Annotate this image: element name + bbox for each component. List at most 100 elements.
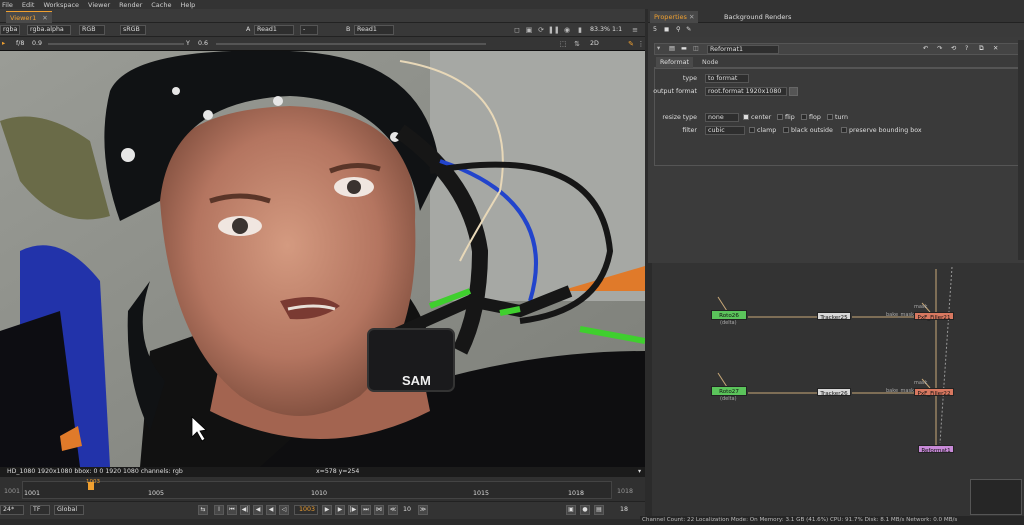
skip-forward-icon[interactable]: ≫: [418, 505, 428, 515]
gain-value[interactable]: 0.9: [32, 39, 42, 49]
tab-viewer1[interactable]: Viewer1 ✕: [6, 11, 52, 23]
region-icon[interactable]: ⬚: [558, 39, 568, 49]
gain-slider[interactable]: [48, 43, 184, 45]
prev-frame-icon[interactable]: ◀: [253, 505, 263, 515]
pen-icon[interactable]: ✎: [686, 25, 691, 35]
node-reformat1[interactable]: Reformat1: [918, 445, 954, 454]
close-icon[interactable]: ✕: [993, 44, 998, 54]
refresh-icon[interactable]: ⟳: [536, 25, 546, 35]
node-roto27[interactable]: Roto27: [711, 386, 747, 396]
lock-icon[interactable]: ◼: [664, 25, 669, 35]
skip-back-icon[interactable]: ≪: [388, 505, 398, 515]
next-key-icon[interactable]: |▶: [348, 505, 358, 515]
collapse-icon[interactable]: ▾: [657, 44, 660, 54]
revert-icon[interactable]: ⟲: [951, 44, 956, 54]
node-view-icon[interactable]: ▬: [681, 44, 687, 54]
menu-icon[interactable]: ≡: [630, 25, 640, 35]
menu-render[interactable]: Render: [119, 1, 142, 9]
pin-icon[interactable]: ⚲: [676, 25, 681, 35]
flipbook-icon[interactable]: ▣: [566, 505, 576, 515]
gamma-value[interactable]: 0.6: [198, 39, 208, 49]
increment-value[interactable]: 10: [403, 505, 411, 515]
step-back-icon[interactable]: ◁: [279, 505, 289, 515]
viewer-image[interactable]: SAM: [0, 51, 645, 467]
node-pxf-filler21[interactable]: PxF_Filler21: [914, 312, 954, 321]
output-format-dropdown[interactable]: root.format 1920x1080: [705, 87, 787, 96]
max-panels-field[interactable]: 5: [653, 25, 657, 35]
wipe-icon[interactable]: ⇅: [572, 39, 582, 49]
tab-reformat[interactable]: Reformat: [656, 57, 693, 68]
flop-checkbox[interactable]: flop: [801, 113, 821, 123]
tab-properties[interactable]: Properties ✕: [650, 11, 699, 23]
pause-render-icon[interactable]: ▮: [575, 25, 585, 35]
preserve-bbox-checkbox[interactable]: preserve bounding box: [841, 126, 922, 136]
in-point-icon[interactable]: I: [214, 505, 224, 515]
input-b-dropdown[interactable]: Read1: [354, 25, 394, 35]
node-graph[interactable]: Roto26 (delta) Tracker25 PxF_Filler21 ba…: [652, 263, 1024, 517]
menu-edit[interactable]: Edit: [22, 1, 35, 9]
node-name-field[interactable]: Reformat1: [707, 45, 779, 54]
input-a-dropdown[interactable]: Read1: [254, 25, 294, 35]
node-tracker26[interactable]: Tracker26: [817, 388, 851, 397]
fps-dropdown[interactable]: 24*: [0, 505, 24, 515]
tf-dropdown[interactable]: TF: [30, 505, 50, 515]
menu-help[interactable]: Help: [180, 1, 195, 9]
close-icon[interactable]: ✕: [689, 13, 694, 21]
menu-workspace[interactable]: Workspace: [43, 1, 79, 9]
node-tracker25[interactable]: Tracker25: [817, 312, 851, 321]
flip-checkbox[interactable]: flip: [777, 113, 795, 123]
zoom-level[interactable]: 83.3%: [590, 25, 610, 35]
clamp-checkbox[interactable]: clamp: [749, 126, 776, 136]
play-backward-icon[interactable]: ◀: [266, 505, 276, 515]
loop-icon[interactable]: ⇆: [198, 505, 208, 515]
display-dropdown[interactable]: RGB: [79, 25, 105, 35]
end-frame-field[interactable]: 18: [620, 505, 628, 515]
view-mode[interactable]: 2D: [590, 39, 599, 49]
input-op-dropdown[interactable]: -: [300, 25, 318, 35]
settings-icon[interactable]: ⋮: [636, 39, 646, 49]
tab-node[interactable]: Node: [698, 57, 722, 68]
node-roto26[interactable]: Roto26: [711, 310, 747, 320]
brush-icon[interactable]: ✎: [626, 39, 636, 49]
turn-checkbox[interactable]: turn: [827, 113, 848, 123]
prev-key-icon[interactable]: ◀|: [240, 505, 250, 515]
close-icon[interactable]: ✕: [42, 14, 47, 22]
menu-viewer[interactable]: Viewer: [88, 1, 110, 9]
format-edit-icon[interactable]: [789, 87, 798, 96]
black-outside-checkbox[interactable]: black outside: [783, 126, 833, 136]
range-end[interactable]: 1018: [617, 487, 633, 497]
roi-icon[interactable]: ▣: [524, 25, 534, 35]
gain-icon[interactable]: ▸: [2, 39, 5, 49]
range-mode-dropdown[interactable]: Global: [54, 505, 84, 515]
record-icon[interactable]: ●: [580, 505, 590, 515]
graph-minimap[interactable]: [970, 479, 1022, 515]
node-pxf-filler22[interactable]: PxF_Filler22: [914, 388, 954, 397]
square-icon[interactable]: ◻: [512, 25, 522, 35]
proxy-level[interactable]: 1:1: [612, 25, 622, 35]
expand-icon[interactable]: ▾: [638, 467, 641, 477]
help-icon[interactable]: ?: [965, 44, 968, 54]
first-frame-icon[interactable]: ⏮: [227, 505, 237, 515]
menu-file[interactable]: File: [2, 1, 13, 9]
properties-scrollbar[interactable]: [1018, 40, 1024, 260]
timeline[interactable]: 1001 1001 1005 1010 1015 1018 1003 1018: [0, 477, 645, 502]
resize-type-dropdown[interactable]: none: [705, 113, 739, 122]
lut-dropdown[interactable]: sRGB: [120, 25, 146, 35]
next-frame-icon[interactable]: ▶: [335, 505, 345, 515]
node-settings-icon[interactable]: ▤: [669, 44, 675, 54]
play-forward-icon[interactable]: ▶: [322, 505, 332, 515]
center-checkbox[interactable]: center: [743, 113, 771, 123]
type-dropdown[interactable]: to format: [705, 74, 749, 83]
redo-icon[interactable]: ↷: [937, 44, 942, 54]
layer-dropdown[interactable]: rgba.alpha: [27, 25, 71, 35]
last-frame-icon[interactable]: ⏭: [361, 505, 371, 515]
filter-dropdown[interactable]: cubic: [705, 126, 745, 135]
pause-icon[interactable]: ❚❚: [548, 25, 560, 35]
channels-dropdown[interactable]: rgba: [0, 25, 20, 35]
film-icon[interactable]: ▤: [594, 505, 604, 515]
cache-icon[interactable]: ◉: [562, 25, 572, 35]
current-frame-field[interactable]: 1003: [294, 505, 318, 515]
range-start[interactable]: 1001: [4, 487, 20, 497]
out-point-icon[interactable]: ⋈: [374, 505, 384, 515]
gamma-slider[interactable]: [216, 43, 486, 45]
